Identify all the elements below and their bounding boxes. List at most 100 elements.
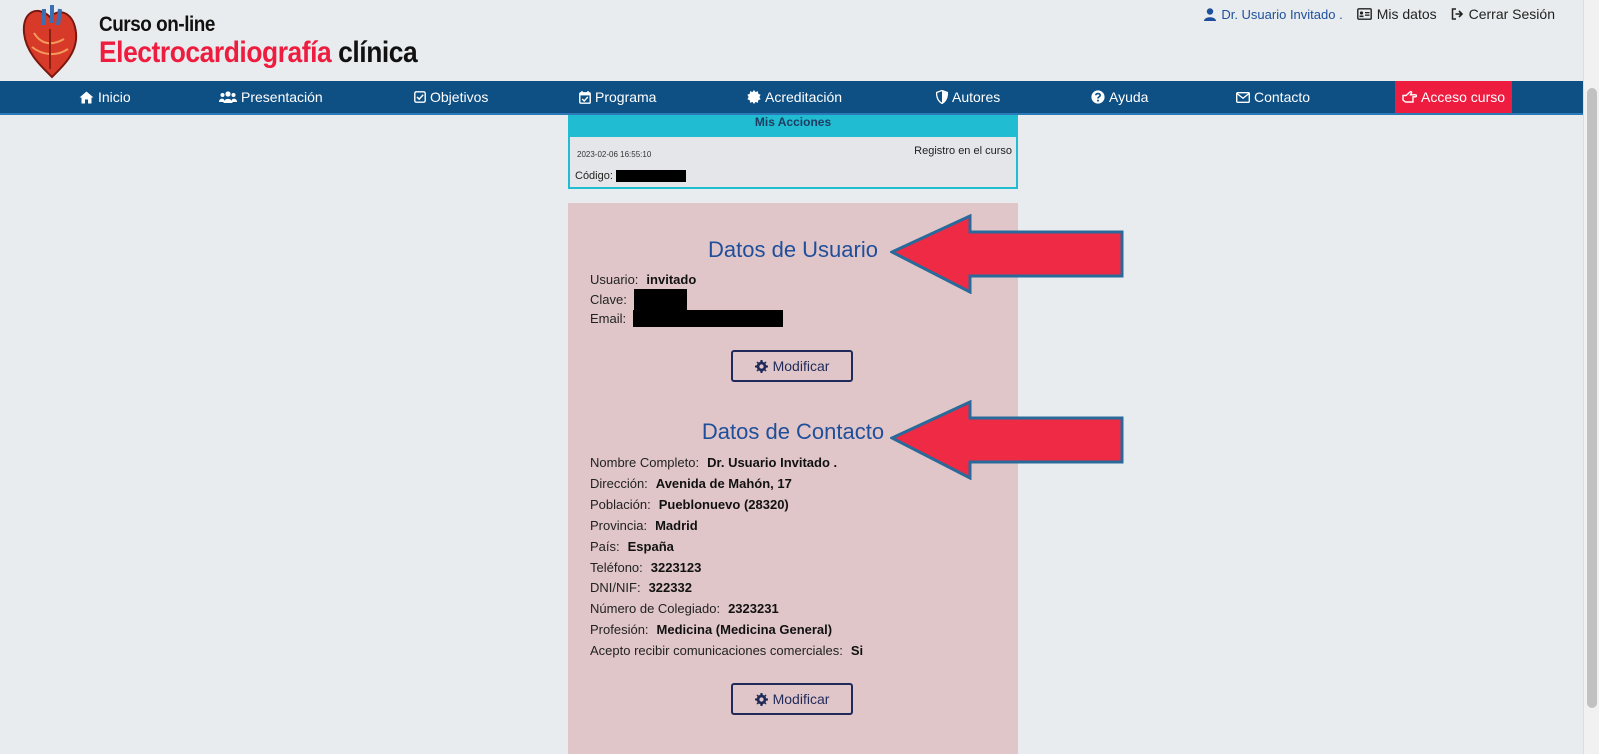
field-value: Avenida de Mahón, 17 bbox=[655, 476, 792, 491]
field-label: Dirección: bbox=[590, 476, 648, 491]
id-card-icon bbox=[1356, 8, 1372, 20]
nav-acceso-label: Acceso curso bbox=[1421, 89, 1506, 105]
modificar-contacto-button[interactable]: Modificar bbox=[731, 683, 853, 715]
cerrar-sesion-link[interactable]: Cerrar Sesión bbox=[1451, 6, 1555, 22]
field-label: Número de Colegiado: bbox=[590, 601, 721, 616]
field-value: invitado bbox=[646, 272, 697, 287]
field-dni: DNI/NIF: 322332 bbox=[590, 580, 692, 595]
field-pais: País: España bbox=[590, 539, 674, 554]
field-value: España bbox=[627, 539, 674, 554]
hand-point-right-icon bbox=[1402, 91, 1417, 103]
field-label: Provincia: bbox=[590, 518, 648, 533]
nav-acreditacion[interactable]: Acreditación bbox=[747, 81, 842, 113]
field-label: Email: bbox=[590, 311, 627, 326]
main-nav: Inicio Presentación Objetivos Programa A… bbox=[0, 81, 1583, 115]
nav-ayuda-label: Ayuda bbox=[1109, 89, 1149, 105]
user-icon bbox=[1204, 7, 1217, 21]
field-value: 2323231 bbox=[728, 601, 779, 616]
site-title-line2: Electrocardiografía clínica bbox=[99, 36, 418, 70]
field-value: Medicina (Medicina General) bbox=[656, 622, 833, 637]
redacted-code bbox=[615, 170, 686, 182]
field-clave: Clave: bbox=[590, 289, 687, 310]
field-label: Teléfono: bbox=[590, 560, 643, 575]
redacted-clave bbox=[633, 289, 687, 310]
accion-date: 2023-02-06 16:55:10 bbox=[577, 150, 652, 159]
nav-inicio-label: Inicio bbox=[98, 89, 131, 105]
sign-out-icon bbox=[1451, 8, 1463, 20]
modificar-label: Modificar bbox=[772, 358, 830, 374]
mis-acciones-heading: Mis Acciones bbox=[568, 115, 1018, 137]
nav-ayuda[interactable]: Ayuda bbox=[1091, 81, 1148, 113]
envelope-icon bbox=[1236, 91, 1250, 103]
field-provincia: Provincia: Madrid bbox=[590, 518, 698, 533]
field-usuario: Usuario: invitado bbox=[590, 272, 696, 287]
annotation-arrow-icon bbox=[890, 400, 1124, 480]
page-scrollbar[interactable] bbox=[1583, 0, 1599, 754]
home-icon bbox=[79, 91, 94, 103]
field-label: Usuario: bbox=[590, 272, 639, 287]
mis-datos-link[interactable]: Mis datos bbox=[1356, 6, 1437, 22]
field-label: Clave: bbox=[590, 292, 627, 307]
gear-icon bbox=[754, 359, 768, 373]
nav-objetivos-label: Objetivos bbox=[430, 89, 489, 105]
field-email: Email: bbox=[590, 310, 784, 327]
site-header: Curso on-line Electrocardiografía clínic… bbox=[0, 0, 1583, 80]
field-label: Acepto recibir comunicaciones comerciale… bbox=[590, 643, 843, 658]
mis-datos-label: Mis datos bbox=[1376, 6, 1437, 22]
accion-code: Código: bbox=[575, 170, 686, 182]
gear-icon bbox=[754, 692, 768, 706]
scrollbar-thumb[interactable] bbox=[1587, 88, 1597, 708]
field-label: Nombre Completo: bbox=[590, 455, 700, 470]
field-label: País: bbox=[590, 539, 620, 554]
nav-presentacion[interactable]: Presentación bbox=[219, 81, 323, 113]
nav-programa[interactable]: Programa bbox=[579, 81, 656, 113]
mis-acciones-panel: 2023-02-06 16:55:10 Registro en el curso… bbox=[568, 137, 1018, 189]
calendar-check-icon bbox=[579, 90, 591, 104]
question-circle-icon bbox=[1091, 90, 1105, 104]
redacted-email bbox=[633, 310, 784, 327]
field-comunicaciones: Acepto recibir comunicaciones comerciale… bbox=[590, 643, 863, 658]
site-title-red: Electrocardiografía bbox=[99, 36, 332, 69]
certificate-icon bbox=[747, 90, 761, 104]
field-label: Profesión: bbox=[590, 622, 649, 637]
field-value: 322332 bbox=[648, 580, 692, 595]
annotation-arrow-icon bbox=[890, 214, 1124, 294]
field-nombre: Nombre Completo: Dr. Usuario Invitado . bbox=[590, 455, 837, 470]
users-icon bbox=[219, 91, 237, 103]
modificar-usuario-button[interactable]: Modificar bbox=[731, 350, 853, 382]
nav-objetivos[interactable]: Objetivos bbox=[414, 81, 488, 113]
field-value: Madrid bbox=[655, 518, 698, 533]
field-value: 3223123 bbox=[650, 560, 702, 575]
nav-contacto-label: Contacto bbox=[1254, 89, 1311, 105]
field-profesion: Profesión: Medicina (Medicina General) bbox=[590, 622, 832, 637]
field-value: Si bbox=[850, 643, 864, 658]
site-title-black: clínica bbox=[338, 36, 418, 69]
nav-acceso-curso[interactable]: Acceso curso bbox=[1395, 81, 1513, 113]
site-title-line1: Curso on-line bbox=[99, 13, 215, 36]
field-telefono: Teléfono: 3223123 bbox=[590, 560, 701, 575]
cerrar-sesion-label: Cerrar Sesión bbox=[1468, 6, 1555, 22]
check-square-icon bbox=[414, 91, 426, 103]
field-value: Dr. Usuario Invitado . bbox=[707, 455, 838, 470]
field-label: Población: bbox=[590, 497, 651, 512]
nav-inicio[interactable]: Inicio bbox=[79, 81, 131, 113]
field-direccion: Dirección: Avenida de Mahón, 17 bbox=[590, 476, 792, 491]
nav-autores[interactable]: Autores bbox=[936, 81, 1000, 113]
shield-icon bbox=[936, 90, 948, 104]
field-poblacion: Población: Pueblonuevo (28320) bbox=[590, 497, 789, 512]
nav-contacto[interactable]: Contacto bbox=[1236, 81, 1310, 113]
accion-event: Registro en el curso bbox=[914, 145, 1012, 157]
accion-code-label: Código: bbox=[575, 170, 613, 182]
field-label: DNI/NIF: bbox=[590, 580, 641, 595]
nav-presentacion-label: Presentación bbox=[241, 89, 323, 105]
user-bar: Dr. Usuario Invitado . Mis datos Cerrar … bbox=[1190, 6, 1555, 22]
heart-anatomy-icon[interactable] bbox=[20, 3, 80, 79]
nav-autores-label: Autores bbox=[952, 89, 1001, 105]
field-value: Pueblonuevo (28320) bbox=[658, 497, 789, 512]
user-link[interactable]: Dr. Usuario Invitado . bbox=[1204, 6, 1343, 22]
nav-programa-label: Programa bbox=[595, 89, 657, 105]
modificar-label: Modificar bbox=[772, 691, 830, 707]
field-colegiado: Número de Colegiado: 2323231 bbox=[590, 601, 779, 616]
user-name: Dr. Usuario Invitado . bbox=[1221, 6, 1343, 22]
nav-acreditacion-label: Acreditación bbox=[765, 89, 843, 105]
